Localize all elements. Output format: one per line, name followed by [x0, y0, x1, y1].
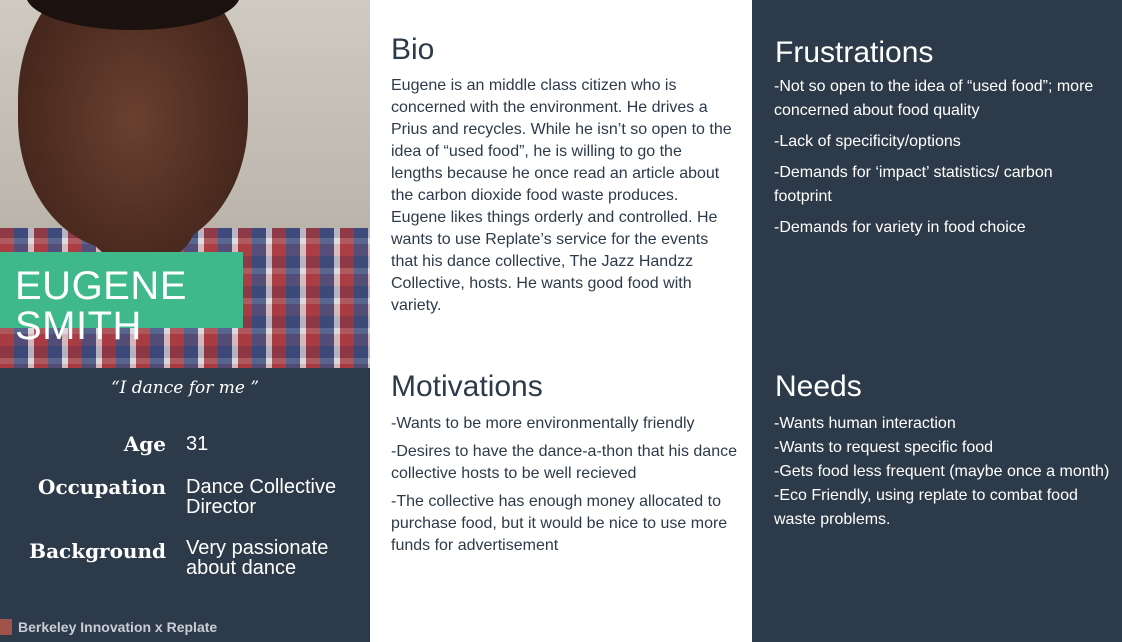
list-item: -Wants to be more environmentally friend…: [391, 415, 695, 432]
persona-quote: “I dance for me ”: [110, 378, 260, 398]
footer-text: Berkeley Innovation x Replate: [18, 619, 218, 635]
list-item: -Desires to have the dance-a-thon that h…: [391, 443, 737, 482]
list-item: -The collective has enough money allocat…: [391, 493, 728, 554]
detail-label: Occupation: [38, 475, 166, 499]
list-item: -Wants to request specific food: [774, 439, 994, 456]
motivations-list: -Wants to be more environmentally friend…: [391, 413, 737, 563]
logo-icon: [0, 619, 12, 635]
bio-text: Eugene is an middle class citizen who is…: [391, 77, 732, 314]
list-item: -Gets food less frequent (maybe once a m…: [774, 463, 1110, 480]
list-item: -Not so open to the idea of “used food”;…: [774, 78, 1094, 119]
persona-panel: EUGENE SMITH “I dance for me ” Age 31 Oc…: [0, 0, 370, 642]
bio-motivations-panel: Bio Eugene is an middle class citizen wh…: [370, 0, 752, 642]
list-item: -Demands for ‘impact’ statistics/ carbon…: [774, 164, 1053, 205]
detail-value: Very passionate about dance: [186, 537, 329, 579]
detail-value: Dance Collective Director: [186, 476, 337, 518]
needs-list: -Wants human interaction -Wants to reque…: [774, 412, 1114, 532]
detail-label: Age: [123, 432, 166, 456]
list-item: -Demands for variety in food choice: [774, 219, 1026, 236]
needs-heading: Needs: [775, 370, 862, 403]
persona-first-name: EUGENE: [15, 264, 187, 308]
footer: Berkeley Innovation x Replate: [0, 617, 217, 637]
list-item: -Lack of specificity/options: [774, 133, 961, 150]
frustrations-list: -Not so open to the idea of “used food”;…: [774, 75, 1114, 247]
motivations-heading: Motivations: [391, 370, 543, 403]
frustrations-needs-panel: Frustrations -Not so open to the idea of…: [752, 0, 1122, 642]
detail-label: Background: [29, 539, 166, 563]
frustrations-heading: Frustrations: [775, 36, 934, 69]
list-item: -Eco Friendly, using replate to combat f…: [774, 487, 1078, 528]
list-item: -Wants human interaction: [774, 415, 956, 432]
persona-last-name: SMITH: [15, 304, 142, 348]
detail-value: 31: [186, 433, 209, 455]
bio-heading: Bio: [391, 33, 435, 66]
